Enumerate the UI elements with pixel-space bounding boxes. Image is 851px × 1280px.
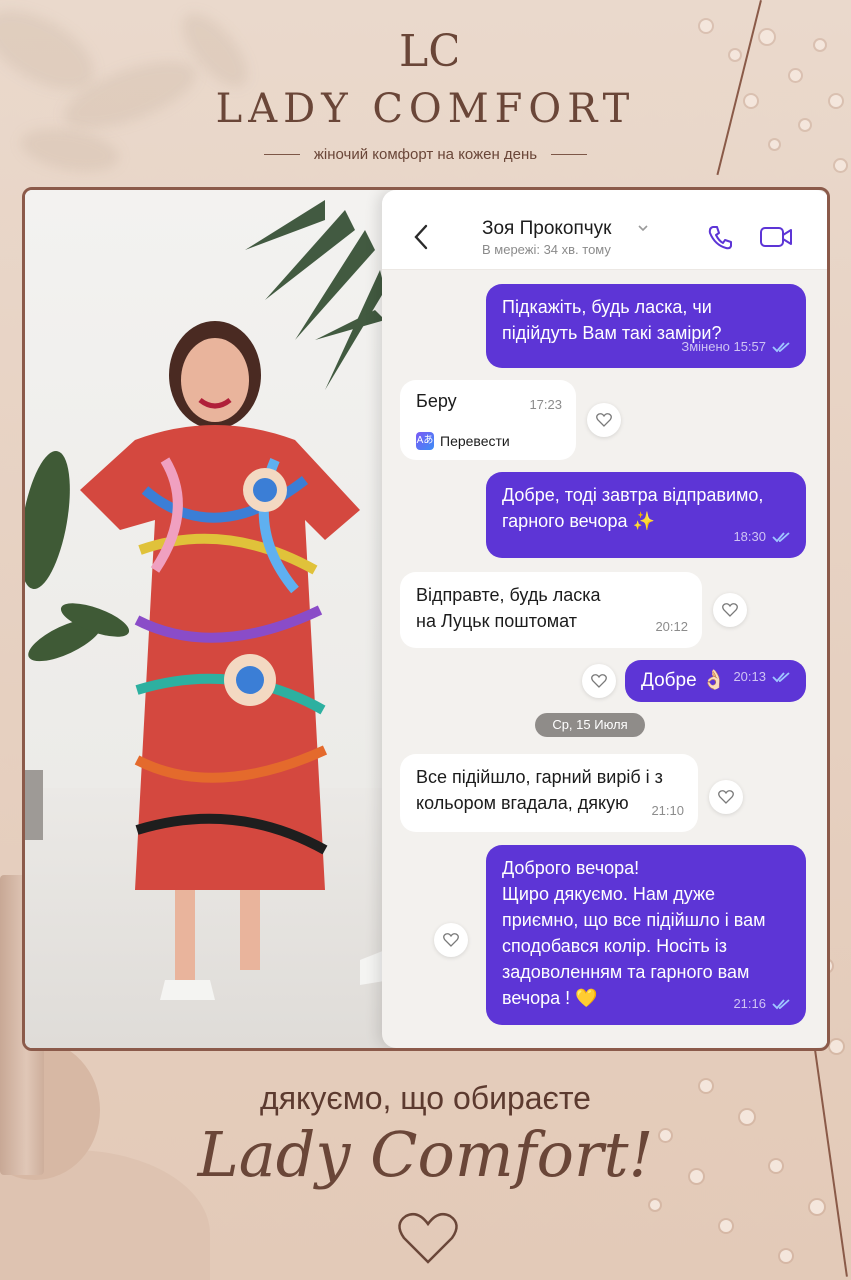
double-check-icon <box>772 999 790 1010</box>
message-time: Змінено 15:57 <box>681 339 766 354</box>
video-camera-icon[interactable] <box>759 226 793 248</box>
tagline-row: жіночий комфорт на кожен день <box>0 146 851 163</box>
brand-monogram-logo: LC <box>399 26 457 77</box>
contact-name[interactable]: Зоя Прокопчук <box>482 218 612 240</box>
double-check-icon <box>772 672 790 683</box>
message-text: Відправте, будь ласка на Луцьк поштомат <box>416 585 601 631</box>
phone-icon[interactable] <box>707 224 733 250</box>
double-check-icon <box>772 532 790 543</box>
tagline: жіночий комфорт на кожен день <box>313 146 538 163</box>
message-time: 21:10 <box>651 803 684 818</box>
divider <box>551 154 588 155</box>
message-bubble-outgoing[interactable]: Добре 👌🏻 20:13 <box>625 660 806 702</box>
message-bubble-incoming[interactable]: Все підійшло, гарний виріб і з кольором … <box>400 754 698 832</box>
content-frame: Зоя Прокопчук В мережі: 34 хв. тому Підк… <box>22 187 830 1051</box>
brand-script: Lady Comfort! <box>197 1118 654 1191</box>
heart-icon[interactable] <box>709 780 743 814</box>
heart-outline-icon <box>398 1213 458 1264</box>
thank-you-text: дякуємо, що обираєте <box>260 1080 591 1116</box>
message-text: Доброго вечора! Щиро дякуємо. Нам дуже п… <box>502 858 766 1008</box>
divider <box>263 154 300 155</box>
message-bubble-incoming[interactable]: Беру 17:23 Aあ Перевести <box>400 380 576 460</box>
translate-label: Перевести <box>440 433 510 449</box>
message-text: Все підійшло, гарний виріб і з кольором … <box>416 767 663 813</box>
date-divider: Ср, 15 Июля <box>535 713 645 737</box>
chat-header: Зоя Прокопчук В мережі: 34 хв. тому <box>382 190 827 270</box>
message-time: 20:12 <box>655 619 688 634</box>
heart-icon[interactable] <box>582 664 616 698</box>
brand-header: LC LADY COMFORT жіночий комфорт на кожен… <box>0 0 851 185</box>
message-time: 21:16 <box>733 996 766 1011</box>
brand-name: LADY COMFORT <box>215 86 636 132</box>
message-bubble-outgoing[interactable]: Добре, тоді завтра відправимо, гарного в… <box>486 472 806 558</box>
message-time: 17:23 <box>529 397 562 412</box>
message-time: 20:13 <box>733 669 766 684</box>
heart-icon[interactable] <box>587 403 621 437</box>
chevron-down-icon[interactable] <box>637 223 649 233</box>
message-bubble-incoming[interactable]: Відправте, будь ласка на Луцьк поштомат … <box>400 572 702 648</box>
back-icon[interactable] <box>412 224 430 250</box>
contact-status: В мережі: 34 хв. тому <box>482 242 611 257</box>
message-bubble-outgoing[interactable]: Підкажіть, будь ласка, чи підійдуть Вам … <box>486 284 806 368</box>
message-bubble-outgoing[interactable]: Доброго вечора! Щиро дякуємо. Нам дуже п… <box>486 845 806 1025</box>
translate-button[interactable]: Aあ Перевести <box>416 428 510 454</box>
message-time: 18:30 <box>733 529 766 544</box>
heart-icon[interactable] <box>713 593 747 627</box>
heart-icon[interactable] <box>434 923 468 957</box>
translate-icon: Aあ <box>416 432 434 450</box>
svg-text:LC: LC <box>399 26 457 77</box>
product-photo <box>25 190 405 1048</box>
chat-window: Зоя Прокопчук В мережі: 34 хв. тому Підк… <box>382 190 827 1048</box>
double-check-icon <box>772 342 790 353</box>
